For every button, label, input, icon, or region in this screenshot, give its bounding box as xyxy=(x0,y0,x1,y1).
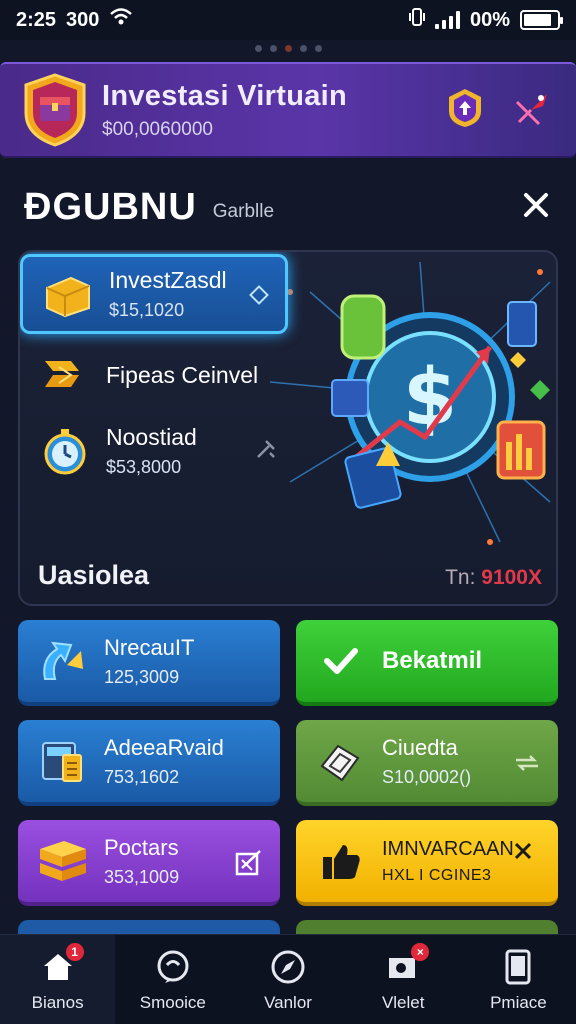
tools-icon xyxy=(255,438,277,465)
card-title: IMNVARCAAN xyxy=(382,837,514,860)
card-value: 125,3009 xyxy=(104,666,180,687)
card-adeearvaid[interactable]: AdeeaRvaid 753,1602 xyxy=(18,720,280,806)
cash-icon xyxy=(310,730,372,792)
battery-percent: 00% xyxy=(469,8,510,31)
notification-badge: × xyxy=(411,942,430,961)
calculator-icon xyxy=(32,730,94,792)
battery-icon xyxy=(520,10,563,30)
edit-box-icon xyxy=(234,848,264,878)
panel-item-fipeas[interactable]: Fipeas Ceinvel xyxy=(20,346,258,404)
card-value: 753,1602 xyxy=(104,766,180,787)
page-dot xyxy=(314,45,322,52)
panel-item-value: $53,8000 xyxy=(106,457,182,477)
nav-item-home[interactable]: 1 Bianos xyxy=(0,935,116,1024)
check-icon xyxy=(310,630,372,692)
card-title: Poctars xyxy=(104,834,179,860)
nav-label: Smooice xyxy=(139,992,206,1012)
card-ciuedta[interactable]: Ciuedta S10,0002() xyxy=(296,720,558,806)
transfer-icon xyxy=(512,748,542,778)
home-icon: 1 xyxy=(38,942,84,987)
nav-item-vlelet[interactable]: × Vlelet xyxy=(346,935,461,1024)
page-dot xyxy=(269,45,277,52)
card-value: 353,1009 xyxy=(104,866,180,887)
card-value: S10,0002() xyxy=(382,766,472,787)
signal-icon xyxy=(434,11,460,29)
panel-footer-value: 9100X xyxy=(481,566,542,589)
page-indicator xyxy=(0,45,576,52)
card-poctars[interactable]: Poctars 353,1009 xyxy=(18,820,280,906)
diamond-icon xyxy=(249,285,269,310)
treasure-chest-icon xyxy=(22,73,88,147)
app-title: Investasi Virtuain xyxy=(102,79,348,112)
card-title: NrecauIT xyxy=(104,634,195,660)
nav-item-pmiace[interactable]: Pmiace xyxy=(461,935,576,1024)
panel-item-value: $15,1020 xyxy=(109,300,185,320)
phone-icon xyxy=(498,947,538,987)
panel-item-title: Noostiad xyxy=(106,424,197,450)
nav-label: Vanlor xyxy=(264,992,312,1012)
shield-badge-button[interactable] xyxy=(444,87,486,134)
section-title: ÐGUBNU xyxy=(24,185,197,228)
gold-stack-icon xyxy=(32,830,94,892)
gold-arrows-icon xyxy=(36,346,94,404)
panel-footer-stat: Tn: 9100X xyxy=(445,566,542,590)
thumbs-up-icon xyxy=(310,830,372,892)
dollar-coin-illustration-icon: $ xyxy=(250,252,556,552)
vibrate-icon xyxy=(408,7,425,33)
card-title: Bekatmil xyxy=(382,647,483,674)
card-title: Ciuedta xyxy=(382,734,458,760)
nav-item-smooice[interactable]: Smooice xyxy=(115,935,230,1024)
status-extra: 300 xyxy=(66,8,100,31)
wifi-icon xyxy=(109,7,133,33)
page-dot xyxy=(254,45,262,52)
investment-panel: $ InvestZasdl $15,1020 Fipeas Ceinvel No… xyxy=(18,250,558,606)
nav-label: Vlelet xyxy=(381,992,425,1012)
battery-level xyxy=(524,14,552,26)
shield-badge-icon xyxy=(445,87,485,134)
close-button[interactable] xyxy=(518,189,554,225)
close-small-icon xyxy=(512,840,542,870)
nav-label: Bianos xyxy=(31,992,84,1012)
chat-icon xyxy=(153,947,193,987)
card-title: AdeeaRvaid xyxy=(104,734,224,760)
page-dot-active xyxy=(284,45,292,52)
panel-item-noostiad[interactable]: Noostiad $53,8000 xyxy=(20,422,277,480)
notification-badge: 1 xyxy=(65,942,84,961)
nav-item-vanlor[interactable]: Vanlor xyxy=(230,935,345,1024)
nav-label: Pmiace xyxy=(490,992,547,1012)
chart-arrow-icon xyxy=(32,630,94,692)
section-header: ÐGUBNU Garblle xyxy=(24,182,554,232)
bottom-navigation: 1 Bianos Smooice Vanlor × Vlelet Pmiace xyxy=(0,934,576,1024)
close-icon xyxy=(522,191,550,224)
balance-value: $00,0060000 xyxy=(102,118,213,140)
card-nrecault[interactable]: NrecauIT 125,3009 xyxy=(18,620,280,706)
app-header: Investasi Virtuain $00,0060000 xyxy=(0,62,576,158)
gold-coins-icon xyxy=(39,265,97,323)
status-bar: 2:25 300 00% xyxy=(0,0,576,40)
panel-item-invest[interactable]: InvestZasdl $15,1020 xyxy=(20,254,288,334)
stopwatch-icon xyxy=(36,422,94,480)
card-value: HXL I CGINE3 xyxy=(382,866,492,884)
rocket-button[interactable] xyxy=(512,89,554,131)
rocket-icon xyxy=(513,88,553,133)
panel-footer-prefix: Tn: xyxy=(445,566,476,589)
page-dot xyxy=(299,45,307,52)
compass-icon xyxy=(268,947,308,987)
panel-item-title: Fipeas Ceinvel xyxy=(106,361,259,388)
section-subtitle: Garblle xyxy=(212,201,275,222)
card-bekatmil[interactable]: Bekatmil xyxy=(296,620,558,706)
status-time: 2:25 xyxy=(16,8,57,31)
card-imnvarcaan[interactable]: IMNVARCAAN HXL I CGINE3 xyxy=(296,820,558,906)
wallet-icon: × xyxy=(383,942,430,987)
panel-footer-label: Uasiolea xyxy=(38,560,150,590)
panel-item-title: InvestZasdl xyxy=(109,267,227,293)
